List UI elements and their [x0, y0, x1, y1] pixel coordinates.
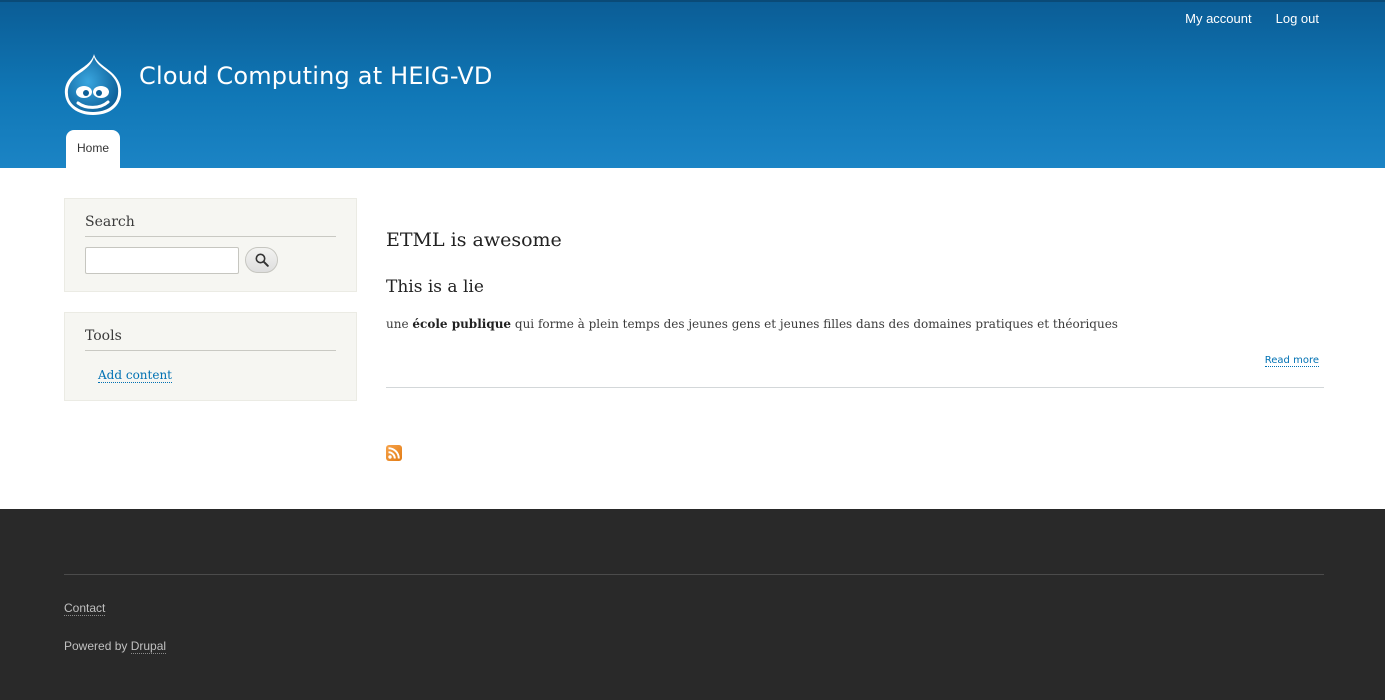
- drupal-link[interactable]: Drupal: [130, 639, 167, 654]
- site-name[interactable]: Cloud Computing at HEIG-VD: [139, 62, 493, 90]
- search-button[interactable]: [245, 247, 278, 273]
- site-footer: Contact Powered by Drupal: [0, 509, 1385, 700]
- main-menu: Home: [66, 130, 121, 168]
- node-body: une école publique qui forme à plein tem…: [386, 317, 1118, 331]
- rss-feed-icon[interactable]: [386, 445, 402, 461]
- node-body-bold: école publique: [412, 317, 512, 331]
- secondary-menu: My account Log out: [1185, 11, 1319, 26]
- search-icon: [255, 253, 269, 267]
- read-more-link[interactable]: Read more: [1264, 355, 1319, 367]
- my-account-link[interactable]: My account: [1185, 11, 1251, 26]
- search-block: Search: [64, 198, 357, 292]
- page-title: ETML is awesome: [386, 229, 562, 251]
- tools-block: Tools Add content: [64, 312, 357, 401]
- search-block-title: Search: [85, 199, 336, 237]
- footer-contact-link[interactable]: Contact: [64, 601, 106, 616]
- tools-block-title: Tools: [85, 313, 336, 351]
- tab-home[interactable]: Home: [66, 130, 121, 168]
- add-content-link[interactable]: Add content: [98, 368, 172, 383]
- drupal-logo-icon[interactable]: [64, 52, 122, 116]
- main-area: Search Tools Add content ETML is awesome…: [0, 168, 1385, 509]
- node-divider: [386, 387, 1324, 388]
- powered-by: Powered by Drupal: [64, 639, 167, 654]
- node-title[interactable]: This is a lie: [386, 277, 484, 297]
- footer-divider: [64, 574, 1324, 575]
- site-header: My account Log out Cloud Computing at HE…: [0, 0, 1385, 168]
- search-input[interactable]: [85, 247, 239, 274]
- log-out-link[interactable]: Log out: [1276, 11, 1319, 26]
